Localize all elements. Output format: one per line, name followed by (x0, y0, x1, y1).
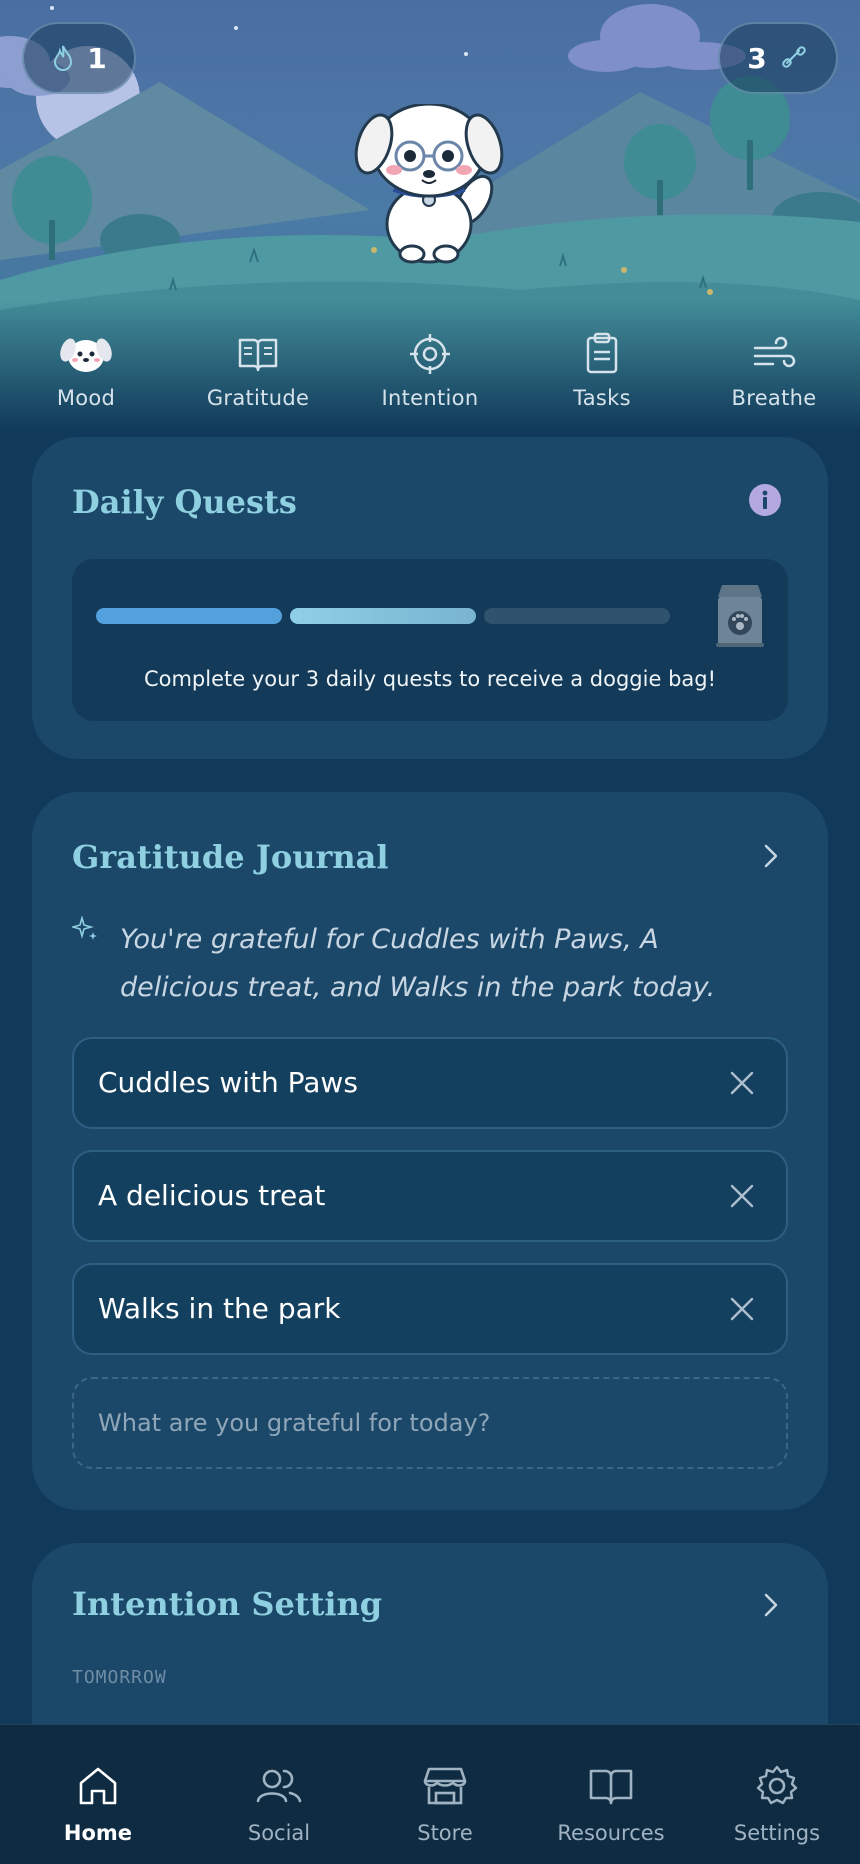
open-book-icon (238, 338, 278, 372)
gratitude-entry[interactable]: Cuddles with Paws (72, 1037, 788, 1129)
streak-counter[interactable]: 1 (22, 22, 136, 94)
target-icon (410, 334, 450, 374)
close-icon[interactable] (728, 1182, 756, 1210)
quest-progress-panel: Complete your 3 daily quests to receive … (72, 559, 788, 721)
nav-social[interactable]: Social (196, 1725, 362, 1864)
gratitude-summary-text: You're grateful for Cuddles with Paws, A… (120, 924, 716, 1003)
intention-setting-title: Intention Setting (72, 1585, 383, 1623)
bone-icon (782, 46, 806, 68)
book-icon (589, 1769, 633, 1805)
daily-quests-title: Daily Quests (72, 483, 297, 521)
close-icon[interactable] (728, 1295, 756, 1323)
flame-icon (54, 45, 73, 71)
quick-action-label: Breathe (731, 386, 817, 410)
gratitude-entry[interactable]: Walks in the park (72, 1263, 788, 1355)
quest-progress-segment-2 (290, 608, 476, 624)
gratitude-entry-text: Walks in the park (98, 1292, 341, 1325)
quick-action-label: Mood (56, 386, 116, 410)
nav-label: Resources (557, 1821, 665, 1845)
nav-label: Home (63, 1821, 133, 1845)
nav-label: Settings (733, 1821, 821, 1845)
quick-action-label: Intention (381, 386, 479, 410)
quick-action-label: Gratitude (206, 386, 310, 410)
daily-quests-card: Daily Quests Complete your 3 daily quest… (32, 437, 828, 759)
dog-mascot-icon (354, 104, 504, 264)
quick-action-intention[interactable]: Intention (344, 330, 516, 420)
gratitude-summary: You're grateful for Cuddles with Paws, A… (72, 916, 772, 1012)
quick-action-tasks[interactable]: Tasks (516, 330, 688, 420)
nav-label: Store (417, 1821, 473, 1845)
bones-counter[interactable]: 3 (718, 22, 838, 94)
gratitude-entry[interactable]: A delicious treat (72, 1150, 788, 1242)
nav-resources[interactable]: Resources (528, 1725, 694, 1864)
gratitude-input[interactable] (72, 1377, 788, 1469)
quest-progress-segment-3 (484, 608, 670, 624)
quick-action-mood[interactable]: Mood (0, 330, 172, 420)
gratitude-entry-text: A delicious treat (98, 1179, 326, 1212)
gratitude-journal-title: Gratitude Journal (72, 838, 389, 876)
quest-progress-segment-1 (96, 608, 282, 624)
chevron-right-icon[interactable] (756, 1591, 784, 1619)
users-icon (256, 1769, 302, 1803)
streak-count: 1 (87, 41, 107, 75)
doggie-bag-icon (716, 585, 764, 647)
close-icon[interactable] (728, 1069, 756, 1097)
home-icon (79, 1767, 117, 1805)
intention-tomorrow-label: TOMORROW (72, 1667, 167, 1688)
hero-scene: 1 3 Mood Gratitude Intention Tasks Breat… (0, 0, 860, 430)
bones-count: 3 (747, 41, 767, 75)
clipboard-icon (586, 332, 618, 374)
sparkle-icon (72, 916, 97, 940)
nav-store[interactable]: Store (362, 1725, 528, 1864)
info-icon[interactable] (748, 483, 782, 517)
bottom-navigation: Home Social Store Resources Settings (0, 1724, 860, 1864)
quest-progress-message: Complete your 3 daily quests to receive … (143, 667, 717, 691)
quick-action-breathe[interactable]: Breathe (688, 330, 860, 420)
quick-actions-bar: Mood Gratitude Intention Tasks Breathe (0, 330, 860, 420)
store-icon (423, 1767, 467, 1805)
quick-action-gratitude[interactable]: Gratitude (172, 330, 344, 420)
quick-action-label: Tasks (573, 386, 631, 410)
dog-face-icon (60, 338, 112, 372)
nav-label: Social (247, 1821, 311, 1845)
wind-icon (753, 336, 796, 368)
chevron-right-icon[interactable] (756, 842, 784, 870)
gratitude-journal-card: Gratitude Journal You're grateful for Cu… (32, 792, 828, 1510)
nav-settings[interactable]: Settings (694, 1725, 860, 1864)
gear-icon (756, 1765, 798, 1805)
gratitude-entry-text: Cuddles with Paws (98, 1066, 358, 1099)
nav-home[interactable]: Home (0, 1725, 196, 1864)
